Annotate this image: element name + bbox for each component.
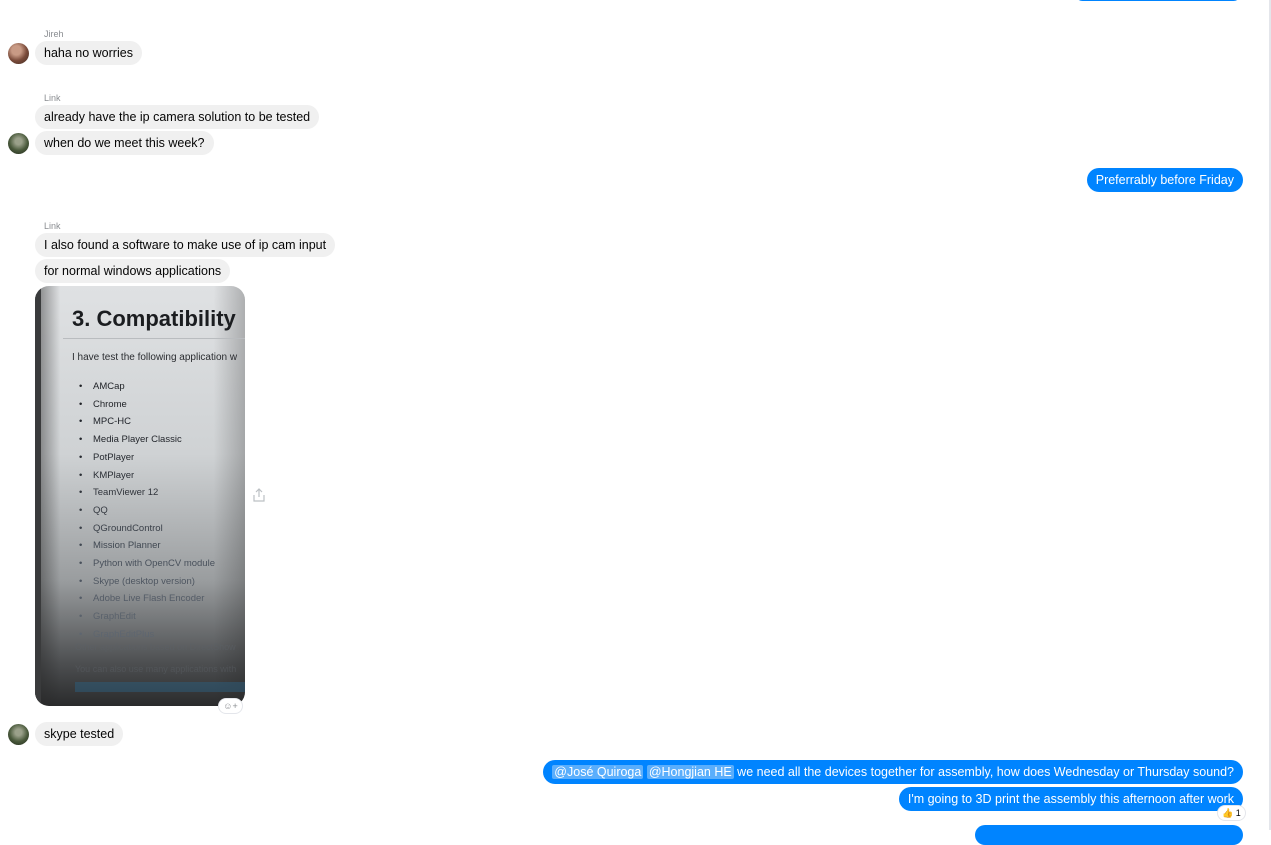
photo-app-item: QGroundControl [79, 520, 215, 538]
mention-tag[interactable]: @José Quiroga [552, 765, 644, 779]
message-bubble[interactable]: haha no worries [35, 41, 142, 65]
photo-app-item: TeamViewer 12 [79, 484, 215, 502]
sender-name: Jireh [44, 29, 64, 39]
image-attachment[interactable]: 3. Compatibility I have test the followi… [35, 286, 245, 706]
thumbs-up-icon: 👍 [1222, 808, 1234, 818]
share-icon[interactable] [252, 487, 266, 503]
photo-edge [35, 286, 41, 706]
photo-footer-text: You can also use many applications with [75, 664, 237, 674]
avatar[interactable] [8, 724, 29, 745]
photo-app-item: Chrome [79, 396, 215, 414]
message-bubble[interactable]: already have the ip camera solution to b… [35, 105, 320, 129]
avatar[interactable] [8, 133, 29, 154]
message-bubble[interactable]: skype tested [35, 722, 124, 746]
photo-intro: I have test the following application w [72, 352, 238, 363]
message-bubble[interactable]: when do we meet this week? [35, 131, 214, 155]
message-bubble-outgoing[interactable]: I'm going to 3D print the assembly this … [898, 787, 1243, 811]
sender-name: Link [44, 93, 61, 103]
photo-app-item: KMPlayer [79, 467, 215, 485]
reaction-badge[interactable]: 👍 1 [1218, 806, 1245, 820]
message-bubble[interactable]: I also found a software to make use of i… [35, 233, 336, 257]
mention-tag[interactable]: @Hongjian HE [646, 765, 734, 779]
photo-app-item: PotPlayer [79, 449, 215, 467]
photo-app-item: Mission Planner [79, 537, 215, 555]
add-reaction-icon[interactable]: ☺+ [219, 699, 242, 713]
photo-app-item: Python with OpenCV module [79, 555, 215, 573]
photo-app-item: GraphEdit [79, 608, 215, 626]
photo-app-item: AMCap [79, 378, 215, 396]
message-thread[interactable]: Jireh haha no worries Link already have … [0, 0, 1271, 845]
photo-app-list: AMCap Chrome MPC-HC Media Player Classic… [79, 378, 215, 644]
photo-app-item: Adobe Live Flash Encoder [79, 590, 215, 608]
sender-name: Link [44, 221, 61, 231]
reaction-count: 1 [1235, 808, 1241, 818]
photo-rule [63, 338, 245, 339]
photo-heading: 3. Compatibility [72, 306, 236, 331]
message-bubble-partial-bottom[interactable] [975, 825, 1243, 845]
photo-blue-bar [75, 682, 245, 692]
message-bubble-outgoing[interactable]: @José Quiroga @Hongjian HE we need all t… [543, 760, 1243, 784]
message-bubble[interactable]: for normal windows applications [35, 259, 231, 283]
message-text: we need all the devices together for ass… [733, 765, 1234, 779]
photo-app-item: MPC-HC [79, 413, 215, 431]
message-bubble-partial-top[interactable] [1075, 0, 1241, 1]
photo-footer-text: Other applications based on DirectShow [75, 642, 236, 652]
avatar[interactable] [8, 43, 29, 64]
photo-app-item: Skype (desktop version) [79, 573, 215, 591]
photo-app-item: Media Player Classic [79, 431, 215, 449]
photo-app-item: GraphEditPlus [79, 626, 215, 644]
photo-app-item: QQ [79, 502, 215, 520]
message-bubble-outgoing[interactable]: Preferrably before Friday [1086, 168, 1243, 192]
